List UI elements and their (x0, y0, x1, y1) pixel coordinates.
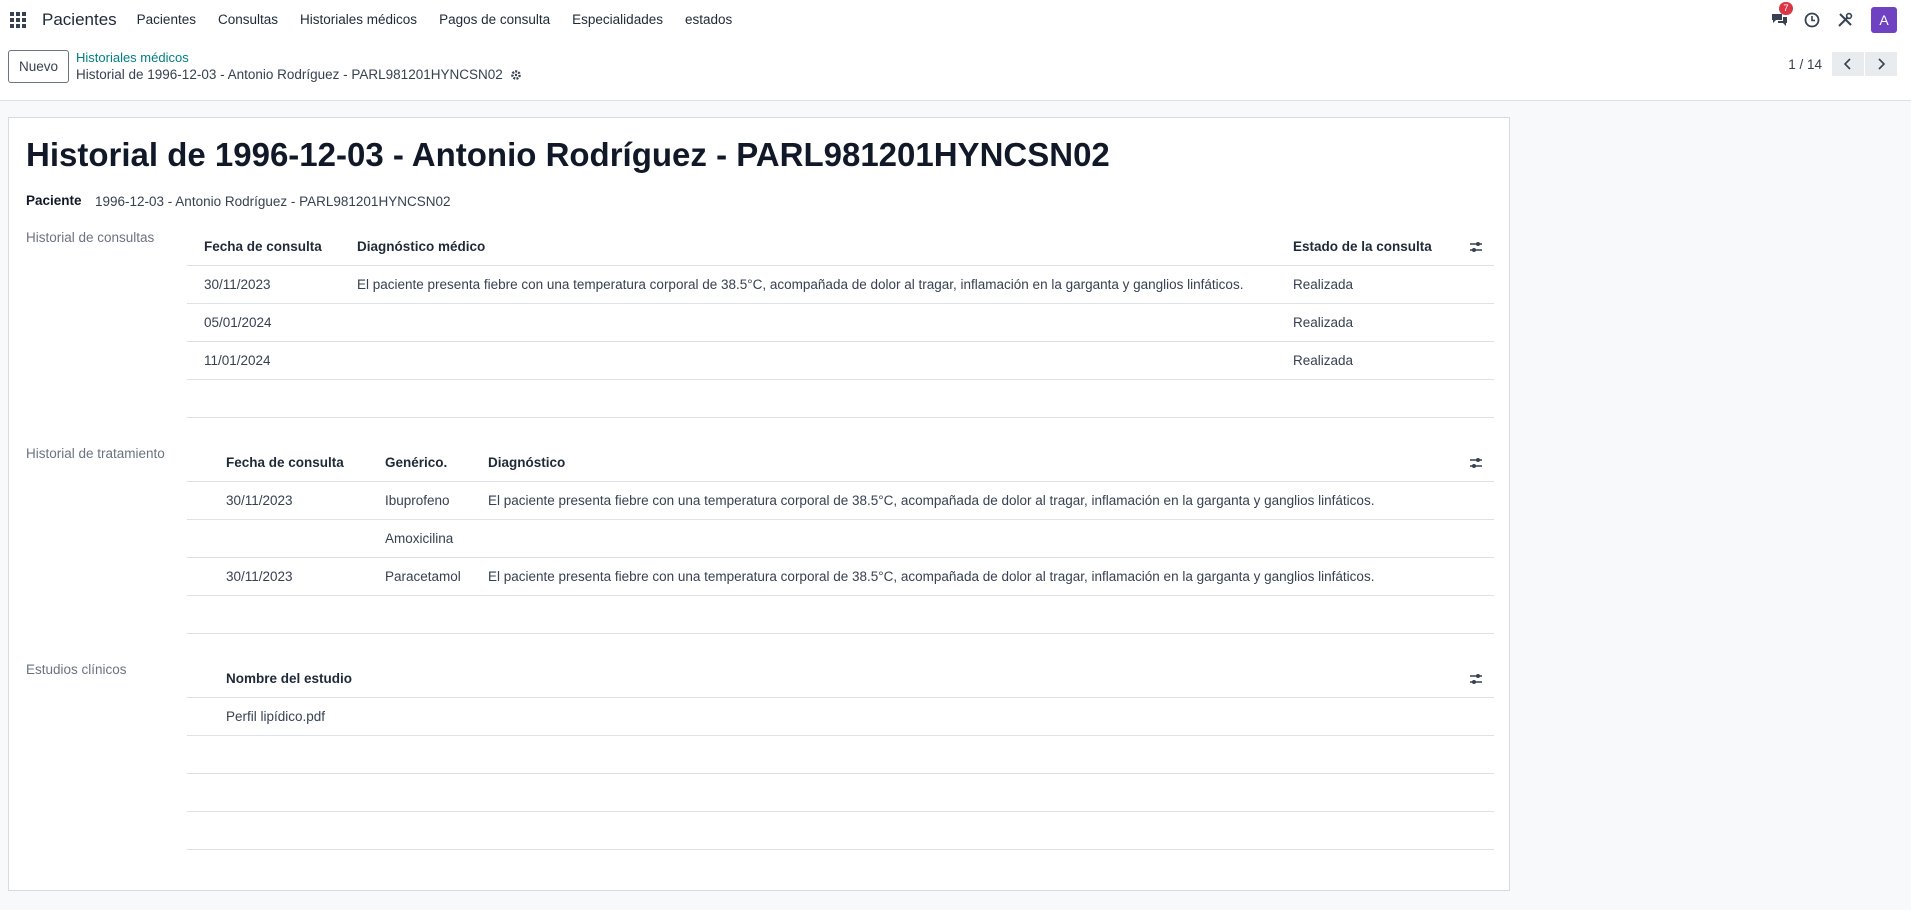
tratamiento-section-label: Historial de tratamiento (26, 446, 165, 461)
patient-label: Paciente (26, 193, 82, 208)
table-row[interactable]: 30/11/2023 Paracetamol El paciente prese… (187, 558, 1494, 596)
menu-historiales[interactable]: Historiales médicos (300, 12, 417, 27)
table-row[interactable]: 30/11/2023 Ibuprofeno El paciente presen… (187, 482, 1494, 520)
row-date: 30/11/2023 (204, 277, 271, 292)
col-diagnostico[interactable]: Diagnóstico (488, 444, 565, 482)
row-generic: Amoxicilina (385, 531, 454, 546)
row-date: 11/01/2024 (204, 353, 271, 368)
tratamiento-table: Fecha de consulta Genérico. Diagnóstico … (187, 444, 1494, 634)
pager-previous-button[interactable] (1832, 52, 1864, 76)
table-header-row: Fecha de consulta Diagnóstico médico Est… (187, 228, 1494, 266)
chevron-right-icon (1878, 58, 1886, 70)
pager: 1 / 14 (1788, 52, 1897, 76)
table-header-row: Nombre del estudio (187, 660, 1494, 698)
optional-columns-icon[interactable] (1468, 671, 1484, 690)
new-button[interactable]: Nuevo (8, 50, 70, 83)
breadcrumb-current-text: Historial de 1996-12-03 - Antonio Rodríg… (76, 67, 503, 82)
optional-columns-icon[interactable] (1468, 455, 1484, 474)
table-row[interactable]: Amoxicilina (187, 520, 1494, 558)
patient-value[interactable]: 1996-12-03 - Antonio Rodríguez - PARL981… (95, 194, 450, 209)
debug-tools-icon[interactable] (1835, 10, 1855, 30)
row-diagnosis: El paciente presenta fiebre con una temp… (488, 569, 1375, 584)
table-row[interactable]: Perfil lipídico.pdf (187, 698, 1494, 736)
consultas-section-label: Historial de consultas (26, 230, 155, 245)
row-study-name: Perfil lipídico.pdf (226, 709, 326, 724)
messages-icon[interactable]: 7 (1769, 1, 1793, 30)
menu-especialidades[interactable]: Especialidades (572, 12, 663, 27)
row-generic: Paracetamol (385, 569, 461, 584)
chevron-left-icon (1843, 58, 1851, 70)
col-nombre-estudio[interactable]: Nombre del estudio (226, 660, 352, 698)
gear-icon[interactable] (510, 69, 522, 81)
form-sheet: Historial de 1996-12-03 - Antonio Rodríg… (8, 117, 1510, 891)
row-date: 30/11/2023 (226, 493, 293, 508)
empty-row (187, 736, 1494, 774)
row-date: 05/01/2024 (204, 315, 272, 330)
col-estado-consulta[interactable]: Estado de la consulta (1293, 228, 1432, 266)
pager-next-button[interactable] (1865, 52, 1897, 76)
row-status: Realizada (1293, 277, 1354, 292)
row-date: 30/11/2023 (226, 569, 293, 584)
breadcrumb-parent[interactable]: Historiales médicos (76, 50, 189, 65)
consultas-table: Fecha de consulta Diagnóstico médico Est… (187, 228, 1494, 418)
record-title: Historial de 1996-12-03 - Antonio Rodríg… (26, 136, 1110, 173)
user-avatar[interactable]: A (1871, 6, 1897, 33)
col-fecha-consulta[interactable]: Fecha de consulta (226, 444, 344, 482)
row-status: Realizada (1293, 353, 1354, 368)
menu-pacientes[interactable]: Pacientes (137, 12, 196, 27)
optional-columns-icon[interactable] (1468, 239, 1484, 258)
table-row[interactable]: 05/01/2024 Realizada (187, 304, 1494, 342)
row-diagnosis: El paciente presenta fiebre con una temp… (357, 277, 1244, 292)
app-brand[interactable]: Pacientes (42, 10, 117, 30)
app-menu-icon[interactable] (8, 10, 28, 30)
menu-estados[interactable]: estados (685, 12, 732, 27)
messages-badge: 7 (1779, 1, 1793, 15)
col-generico[interactable]: Genérico. (385, 444, 447, 482)
table-row[interactable]: 11/01/2024 Realizada (187, 342, 1494, 380)
row-generic: Ibuprofeno (385, 493, 450, 508)
menu-pagos[interactable]: Pagos de consulta (439, 12, 550, 27)
col-diagnostico-medico[interactable]: Diagnóstico médico (357, 228, 485, 266)
activity-clock-icon[interactable] (1802, 10, 1822, 30)
table-header-row: Fecha de consulta Genérico. Diagnóstico (187, 444, 1494, 482)
empty-row (187, 774, 1494, 812)
estudios-table: Nombre del estudio Perfil lipídico.pdf (187, 660, 1494, 850)
breadcrumb-current: Historial de 1996-12-03 - Antonio Rodríg… (76, 67, 522, 82)
pager-value[interactable]: 1 / 14 (1788, 57, 1822, 72)
menu-consultas[interactable]: Consultas (218, 12, 278, 27)
control-panel: Nuevo Historiales médicos Historial de 1… (0, 39, 1911, 101)
row-diagnosis: El paciente presenta fiebre con una temp… (488, 493, 1375, 508)
col-fecha-consulta[interactable]: Fecha de consulta (204, 228, 322, 266)
estudios-section-label: Estudios clínicos (26, 662, 127, 677)
top-navbar: Pacientes Pacientes Consultas Historiale… (0, 0, 1911, 39)
navbar-systray: 7 A (1756, 0, 1911, 39)
table-row[interactable]: 30/11/2023 El paciente presenta fiebre c… (187, 266, 1494, 304)
row-status: Realizada (1293, 315, 1354, 330)
empty-row (187, 380, 1494, 418)
empty-row (187, 812, 1494, 850)
empty-row (187, 596, 1494, 634)
